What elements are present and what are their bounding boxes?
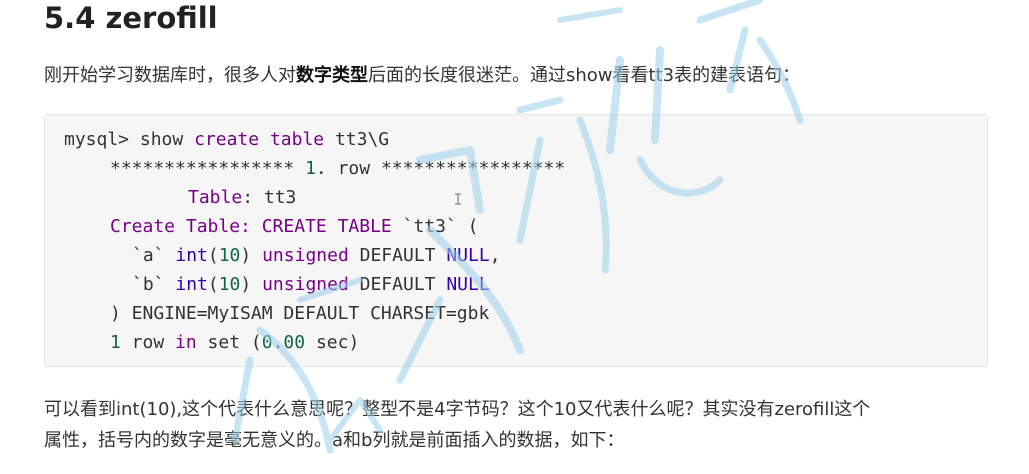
code-col-a-len-close: ) <box>240 245 263 266</box>
code-col-a-name: `a` <box>132 245 176 266</box>
code-col-a-comma: , <box>489 245 501 266</box>
code-col-b-unsigned: unsigned <box>262 274 349 295</box>
intro-bold-term: 数字类型 <box>296 65 368 86</box>
code-col-b-default: DEFAULT <box>348 274 447 295</box>
code-line-table: Table: tt3 <box>188 186 296 210</box>
code-col-b-len-open: ( <box>207 274 219 295</box>
code-line-column-a: `a` int(10) unsigned DEFAULT NULL, <box>132 244 501 268</box>
code-col-b-null: NULL <box>446 274 490 295</box>
code-col-b-len: 10 <box>218 274 241 295</box>
code-row-divider-right: ***************** <box>380 158 566 179</box>
code-line-create-table: Create Table: CREATE TABLE `tt3` ( <box>110 215 478 239</box>
code-line-column-b: `b` int(10) unsigned DEFAULT NULL <box>132 273 490 297</box>
section-heading: 5.4 zerofill <box>44 1 218 35</box>
code-col-a-len-open: ( <box>207 245 219 266</box>
code-cmd-table: table <box>269 129 325 150</box>
code-create-label: Create Table <box>110 216 241 237</box>
code-table-label: Table <box>188 187 243 208</box>
code-row-number: 1 <box>305 158 316 179</box>
intro-paragraph: 刚开始学习数据库时，很多人对数字类型后面的长度很迷茫。通过show看看tt3表的… <box>44 60 1004 91</box>
code-cmd-show: show <box>139 129 184 150</box>
code-col-a-default: DEFAULT <box>348 245 447 266</box>
code-prompt: mysql> <box>64 129 140 150</box>
code-col-a-null: NULL <box>446 245 490 266</box>
code-row-divider-left: ***************** <box>110 158 306 179</box>
body-paragraph-line-1: 可以看到int(10),这个代表什么意思呢？整型不是4字节码？这个10又代表什么… <box>44 399 871 420</box>
code-cmd-create: create <box>194 129 260 150</box>
body-paragraph-line-2: 属性，括号内的数字是毫无意义的。a和b列就是前面插入的数据，如下： <box>44 430 625 451</box>
code-result-time-close: sec) <box>305 332 360 353</box>
code-line-engine: ) ENGINE=MyISAM DEFAULT CHARSET=gbk <box>110 303 490 324</box>
code-result-count: 1 <box>110 332 121 353</box>
code-result-time-open: ( <box>250 332 262 353</box>
text-cursor-icon <box>455 193 461 205</box>
code-result-set: set <box>196 332 251 353</box>
code-col-a-unsigned: unsigned <box>262 245 349 266</box>
code-col-b-type: int <box>175 274 208 295</box>
code-col-a-type: int <box>175 245 208 266</box>
body-paragraph: 可以看到int(10),这个代表什么意思呢？整型不是4字节码？这个10又代表什么… <box>44 394 1004 456</box>
code-create-rest: `tt3` ( <box>402 216 479 237</box>
code-create-keyword: : CREATE TABLE <box>240 216 403 237</box>
code-cmd-rest: tt3\G <box>324 129 390 150</box>
code-line-result: 1 row in set (0.00 sec) <box>110 331 359 355</box>
code-col-a-len: 10 <box>218 245 241 266</box>
intro-text-after: 后面的长度很迷茫。通过show看看tt3表的建表语句： <box>368 65 801 86</box>
code-line-row-divider: ***************** 1. row ***************… <box>110 157 565 181</box>
code-result-row: row <box>120 332 176 353</box>
code-col-b-name: `b` <box>132 274 176 295</box>
code-row-label: . row <box>315 158 381 179</box>
code-result-time: 0.00 <box>261 332 306 353</box>
intro-text-before: 刚开始学习数据库时，很多人对 <box>44 65 296 86</box>
code-table-value: : tt3 <box>242 187 297 208</box>
code-result-in: in <box>175 332 197 353</box>
code-col-b-len-close: ) <box>240 274 263 295</box>
document-page: 5.4 zerofill 刚开始学习数据库时，很多人对数字类型后面的长度很迷茫。… <box>0 0 1029 474</box>
code-line-command: mysql> show create table tt3\G <box>64 128 389 152</box>
code-block: mysql> show create table tt3\G *********… <box>44 114 988 367</box>
